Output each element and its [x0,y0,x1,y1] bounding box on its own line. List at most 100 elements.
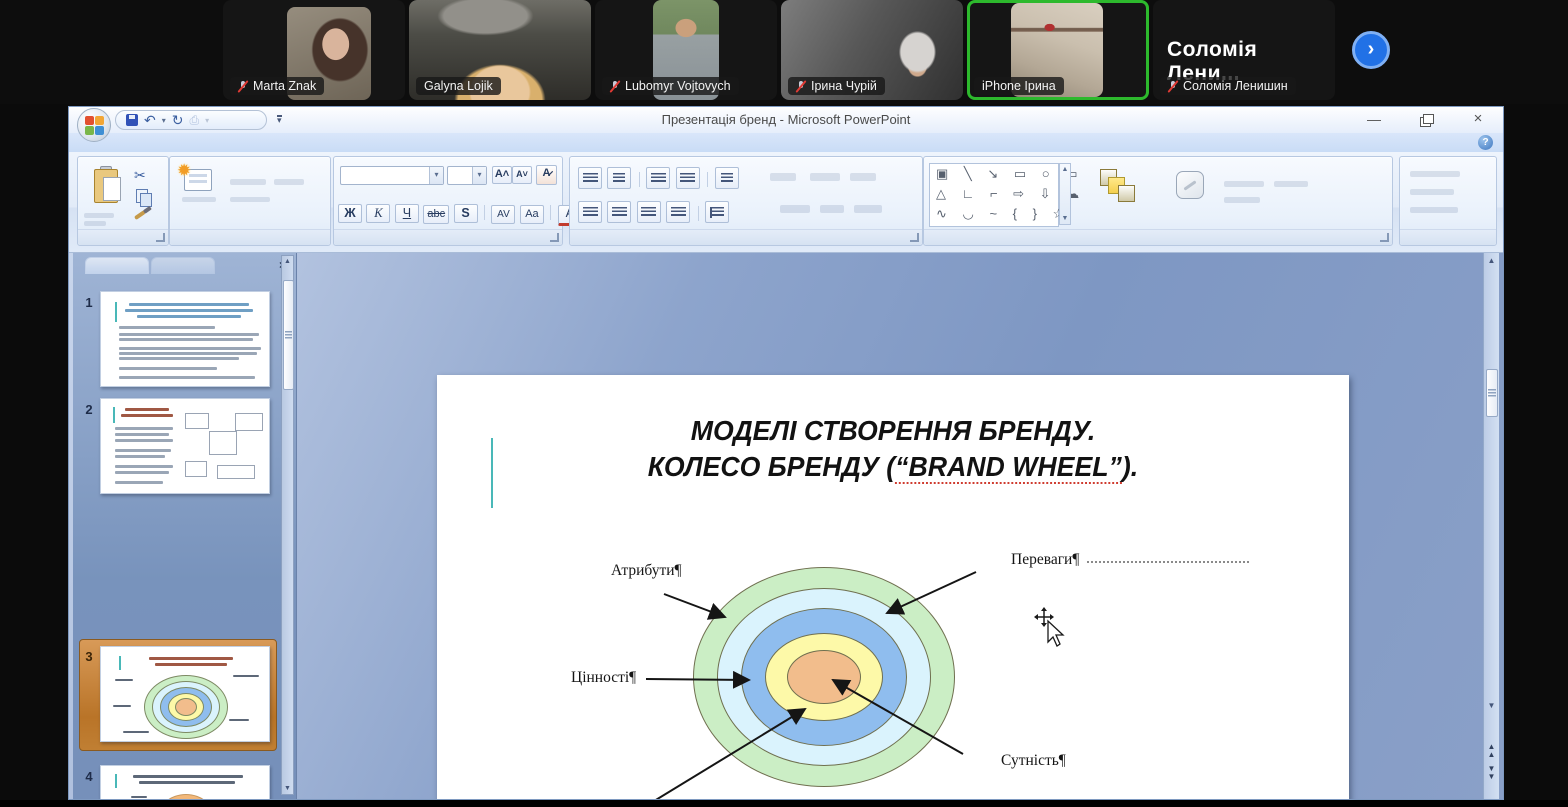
slide-thumbnail-4[interactable] [100,765,270,799]
participant-name: iPhone Ірина [982,79,1056,93]
clipboard-dialog-launcher-icon[interactable] [156,233,165,242]
text-shadow-button[interactable]: S [454,204,478,223]
chevron-right-icon: › [1368,38,1375,61]
scroll-up-icon[interactable]: ▲ [1484,256,1499,265]
font-dialog-launcher-icon[interactable] [550,233,559,242]
decrease-indent-button[interactable] [646,167,670,189]
ribbon-group-slides: ✹ [169,156,331,246]
wheel-label-benefits[interactable]: Переваги¶ [1011,551,1079,569]
next-slide-button[interactable]: ▼▼ [1484,765,1499,781]
print-dropdown-caret-icon[interactable]: ▾ [205,116,209,125]
paragraph-dialog-launcher-icon[interactable] [910,233,919,242]
thumbnails-scrollbar[interactable]: ▲ ▼ [281,255,294,795]
undo-dropdown-caret-icon[interactable]: ▾ [162,116,166,125]
previous-slide-button[interactable]: ▲▲ [1484,743,1499,759]
slide-number: 2 [82,402,96,417]
print-preview-icon[interactable]: ⎙ [189,114,199,126]
line-spacing-button[interactable] [715,167,739,189]
minimize-button[interactable]: — [1363,110,1385,128]
thumbnails-scrollbar-thumb[interactable] [283,280,294,390]
office-button[interactable] [77,108,111,142]
slide-thumbnail-2[interactable] [100,398,270,494]
italic-button[interactable]: К [366,204,390,223]
participant-label: Marta Znak [230,77,324,95]
participant-label: Lubomyr Vojtovych [602,77,739,95]
clear-formatting-button[interactable]: A̷ [536,165,557,185]
participant-tile-lubomyr[interactable]: Lubomyr Vojtovych [595,0,777,100]
slide-number: 3 [82,649,96,664]
help-icon[interactable]: ? [1478,135,1493,150]
tab-outline[interactable] [151,257,215,274]
ribbon-tab-row[interactable]: ? [69,133,1503,152]
slide-thumbnail-3-selected[interactable] [100,646,270,742]
shapes-row-2[interactable]: △ ∟ ⌐ ⇨ ⇩ ☁ [930,184,1058,204]
underline-button[interactable]: Ч [395,204,419,223]
strikethrough-button[interactable]: abc [423,205,449,224]
slide-accent-bar [491,438,493,508]
spellcheck-underline: “BRAND WHEEL” [895,451,1122,484]
slide-thumbnail-1[interactable] [100,291,270,387]
shapes-scroll-down-icon[interactable]: ▼ [1062,215,1069,222]
paste-button[interactable] [94,167,122,205]
align-left-button[interactable] [578,201,602,223]
participant-tile-galyna[interactable]: Galyna Lojik [409,0,591,100]
participant-tile-marta[interactable]: Marta Znak [223,0,405,100]
new-slide-button[interactable]: ✹ [184,169,212,191]
align-center-button[interactable] [607,201,631,223]
participant-name: Ірина Чурій [811,79,877,93]
wheel-core-essence[interactable] [787,650,861,704]
bold-button[interactable]: Ж [338,204,362,223]
participant-tile-solomiia-video-off[interactable]: Соломія Лени... Соломія Ленишин [1153,0,1335,100]
scroll-down-icon[interactable]: ▼ [282,785,293,792]
participant-tile-iphone-iryna-active-speaker[interactable]: iPhone Ірина [967,0,1149,100]
cut-icon[interactable]: ✂ [134,167,146,184]
format-painter-icon[interactable] [134,210,146,220]
next-participants-page-button[interactable]: › [1352,31,1390,69]
justify-button[interactable] [666,201,690,223]
slide-number: 1 [82,295,96,310]
undo-icon[interactable]: ↶ [144,113,156,127]
wheel-label-essence[interactable]: Сутність¶ [1001,752,1066,770]
restore-button[interactable] [1417,110,1439,128]
slide-canvas[interactable]: МОДЕЛІ СТВОРЕННЯ БРЕНДУ. КОЛЕСО БРЕНДУ (… [437,375,1349,799]
shapes-gallery[interactable]: ▣ ╲ ↘ ▭ ○ ▭ △ ∟ ⌐ ⇨ ⇩ ☁ ∿ ◡ ~ { } ☆ [929,163,1059,227]
increase-indent-button[interactable] [676,167,700,189]
participant-tile-iryna-churii[interactable]: Ірина Чурій [781,0,963,100]
quick-styles-icon[interactable] [1176,171,1204,199]
shapes-row-3[interactable]: ∿ ◡ ~ { } ☆ [930,204,1058,224]
editing-group-label [1400,229,1496,245]
scroll-up-icon[interactable]: ▲ [282,258,293,265]
bullets-button[interactable] [578,167,602,189]
character-spacing-button[interactable]: AV [491,205,515,224]
redo-icon[interactable]: ↻ [172,113,184,127]
align-right-button[interactable] [637,201,661,223]
wheel-label-values[interactable]: Цінності¶ [571,669,636,687]
slides-thumbnails-pane: × 1 2 [73,253,297,799]
tab-slides[interactable] [85,257,149,274]
columns-button[interactable] [705,201,729,223]
shrink-font-button[interactable]: A˅ [512,166,532,184]
shapes-gallery-scrollbar[interactable]: ▲ ▼ [1059,163,1071,225]
font-name-combobox[interactable]: ▾ [340,166,444,185]
window-title: Презентація бренд - Microsoft PowerPoint [69,112,1503,127]
main-scrollbar-thumb[interactable] [1486,369,1498,417]
customize-qat-caret-icon[interactable]: ▾ [277,115,282,124]
wheel-label-attributes[interactable]: Атрибути¶ [611,562,682,580]
drawing-dialog-launcher-icon[interactable] [1380,233,1389,242]
participant-label: Соломія Ленишин [1160,77,1296,95]
shapes-row-1[interactable]: ▣ ╲ ↘ ▭ ○ ▭ [930,164,1058,184]
grow-font-button[interactable]: A˄ [492,166,512,184]
title-bar[interactable]: Презентація бренд - Microsoft PowerPoint… [69,107,1503,133]
slides-group-label [170,229,330,245]
save-icon[interactable] [126,114,138,126]
mic-muted-icon [610,80,620,93]
shapes-scroll-up-icon[interactable]: ▲ [1062,166,1069,173]
numbering-button[interactable] [607,167,631,189]
slide-title[interactable]: МОДЕЛІ СТВОРЕННЯ БРЕНДУ. КОЛЕСО БРЕНДУ (… [480,413,1306,485]
scroll-down-icon[interactable]: ▼ [1484,701,1499,710]
close-button[interactable]: × [1467,110,1489,128]
change-case-button[interactable]: Aa [520,205,544,224]
font-size-combobox[interactable]: ▾ [447,166,487,185]
copy-icon[interactable] [136,189,148,203]
main-vertical-scrollbar[interactable]: ▲ ▼ ▲▲ ▼▼ [1483,253,1499,799]
